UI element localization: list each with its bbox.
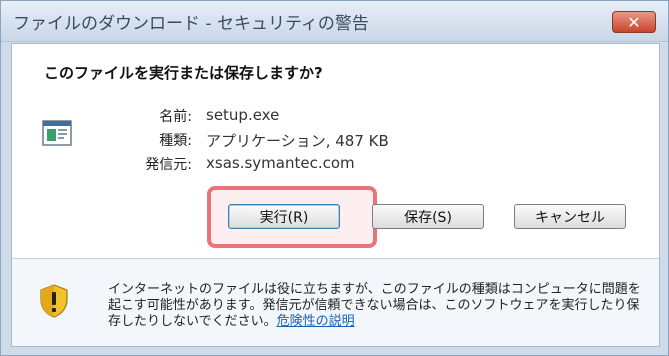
- type-label: 種類:: [159, 133, 192, 149]
- name-value: setup.exe: [206, 106, 280, 124]
- dialog-question: このファイルを実行または保存しますか?: [44, 64, 323, 82]
- publisher-label: 発信元:: [145, 157, 192, 173]
- dialog-body: このファイルを実行または保存しますか? 名前: setup.exe 種類: アプ…: [11, 43, 660, 347]
- name-label: 名前:: [159, 109, 192, 125]
- publisher-value: xsas.symantec.com: [206, 154, 355, 172]
- close-button[interactable]: ✕: [612, 11, 656, 33]
- window-title: ファイルのダウンロード - セキュリティの警告: [13, 14, 369, 34]
- close-icon: ✕: [627, 12, 641, 32]
- security-warning-dialog: ファイルのダウンロード - セキュリティの警告 ✕ このファイルを実行または保存…: [0, 0, 669, 356]
- run-button[interactable]: 実行(R): [228, 204, 340, 229]
- type-value: アプリケーション, 487 KB: [206, 132, 389, 150]
- security-shield-warning-icon: [40, 284, 68, 318]
- risk-explanation-link[interactable]: 危険性の説明: [277, 314, 355, 329]
- application-file-icon: [42, 120, 72, 146]
- cancel-button[interactable]: キャンセル: [514, 204, 626, 229]
- title-bar[interactable]: ファイルのダウンロード - セキュリティの警告 ✕: [1, 1, 668, 42]
- warning-text: インターネットのファイルは役に立ちますが、このファイルの種類はコンピュータに問題…: [108, 282, 641, 329]
- save-button[interactable]: 保存(S): [372, 204, 484, 229]
- warning-message: インターネットのファイルは役に立ちますが、このファイルの種類はコンピュータに問題…: [108, 282, 648, 330]
